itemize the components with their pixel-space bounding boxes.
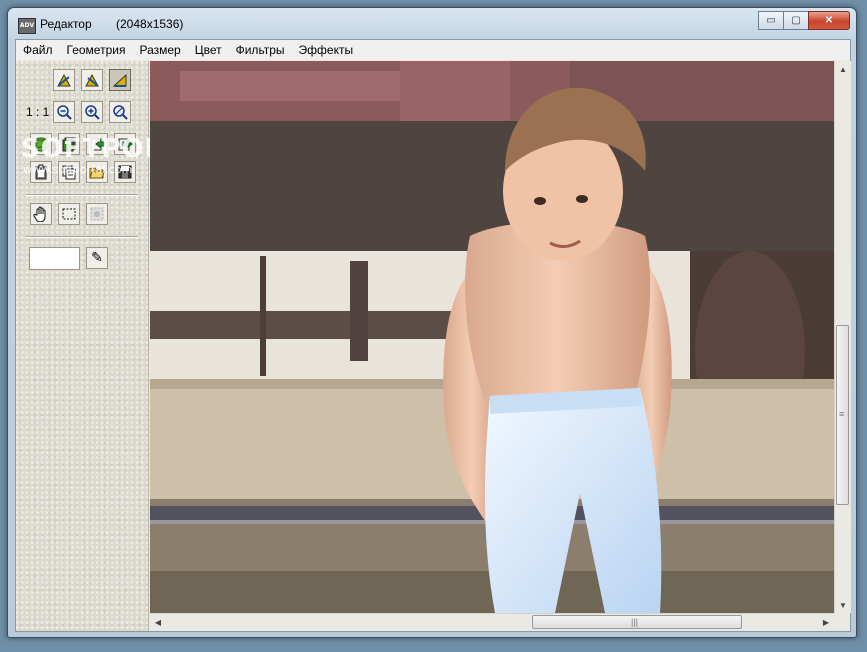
zoom-ratio-label[interactable]: 1 : 1 xyxy=(26,105,49,119)
window-controls: ▭ ▢ ✕ xyxy=(758,11,850,30)
tool-panel: 1 : 1 ✎ SOFTPORTAL www.softportal.com xyxy=(16,61,219,631)
zoom-in-button[interactable] xyxy=(81,101,103,123)
rect-select-button[interactable] xyxy=(58,203,80,225)
zoom-fit-button[interactable] xyxy=(109,101,131,123)
grip-icon: ||| xyxy=(631,617,639,627)
zoom-in-icon xyxy=(85,105,100,120)
window-title: Редактор xyxy=(40,17,92,31)
scroll-down-icon[interactable]: ▼ xyxy=(835,597,851,613)
separator xyxy=(26,194,138,196)
triangle-left-icon xyxy=(57,73,71,87)
app-icon: ADV xyxy=(18,18,36,34)
vertical-scroll-thumb[interactable]: ≡ xyxy=(836,325,849,505)
texture-select-icon xyxy=(90,207,104,221)
title-bar[interactable]: ADV Редактор (2048x1536) ▭ ▢ ✕ xyxy=(8,8,856,40)
zoom-fit-icon xyxy=(113,105,128,120)
color-swatch[interactable] xyxy=(29,247,80,270)
separator xyxy=(26,236,138,238)
pencil-icon: ✎ xyxy=(91,250,103,266)
app-window: ADV Редактор (2048x1536) ▭ ▢ ✕ Файл Геом… xyxy=(7,7,857,638)
texture-select-button[interactable] xyxy=(86,203,108,225)
client-area: Файл Геометрия Размер Цвет Фильтры Эффек… xyxy=(15,39,851,632)
scroll-up-icon[interactable]: ▲ xyxy=(835,61,851,77)
grip-icon: ≡ xyxy=(839,409,845,419)
photo xyxy=(150,61,834,613)
image-size-label: (2048x1536) xyxy=(116,17,184,31)
menu-bar: Файл Геометрия Размер Цвет Фильтры Эффек… xyxy=(16,40,850,60)
menu-size[interactable]: Размер xyxy=(132,40,187,60)
scroll-corner xyxy=(834,613,850,630)
hand-tool-button[interactable] xyxy=(30,203,52,225)
marquee-select-icon xyxy=(62,208,76,220)
scroll-right-icon[interactable]: ▶ xyxy=(818,614,834,630)
scroll-left-icon[interactable]: ◀ xyxy=(150,614,166,630)
menu-geometry[interactable]: Геометрия xyxy=(60,40,133,60)
close-button[interactable]: ✕ xyxy=(808,11,850,30)
zoom-out-icon xyxy=(57,105,72,120)
triangle-icon xyxy=(112,73,127,87)
menu-filters[interactable]: Фильтры xyxy=(229,40,292,60)
vertical-scrollbar[interactable]: ▲ ≡ ▼ xyxy=(834,61,851,613)
minimize-button[interactable]: ▭ xyxy=(758,11,784,30)
horizontal-scrollbar[interactable]: ◀ ||| ▶ xyxy=(150,613,834,631)
hand-icon xyxy=(33,206,46,222)
triangle-tool-2-button[interactable] xyxy=(81,69,103,91)
horizontal-scroll-thumb[interactable]: ||| xyxy=(532,615,742,629)
triangle-tool-3-button[interactable] xyxy=(109,69,131,91)
maximize-button[interactable]: ▢ xyxy=(783,11,809,30)
pencil-button[interactable]: ✎ xyxy=(86,247,108,269)
menu-color[interactable]: Цвет xyxy=(188,40,229,60)
triangle-right-icon xyxy=(85,73,99,87)
triangle-tool-1-button[interactable] xyxy=(53,69,75,91)
menu-file[interactable]: Файл xyxy=(16,40,60,60)
menu-effects[interactable]: Эффекты xyxy=(292,40,361,60)
image-canvas[interactable] xyxy=(150,61,834,613)
zoom-out-button[interactable] xyxy=(53,101,75,123)
